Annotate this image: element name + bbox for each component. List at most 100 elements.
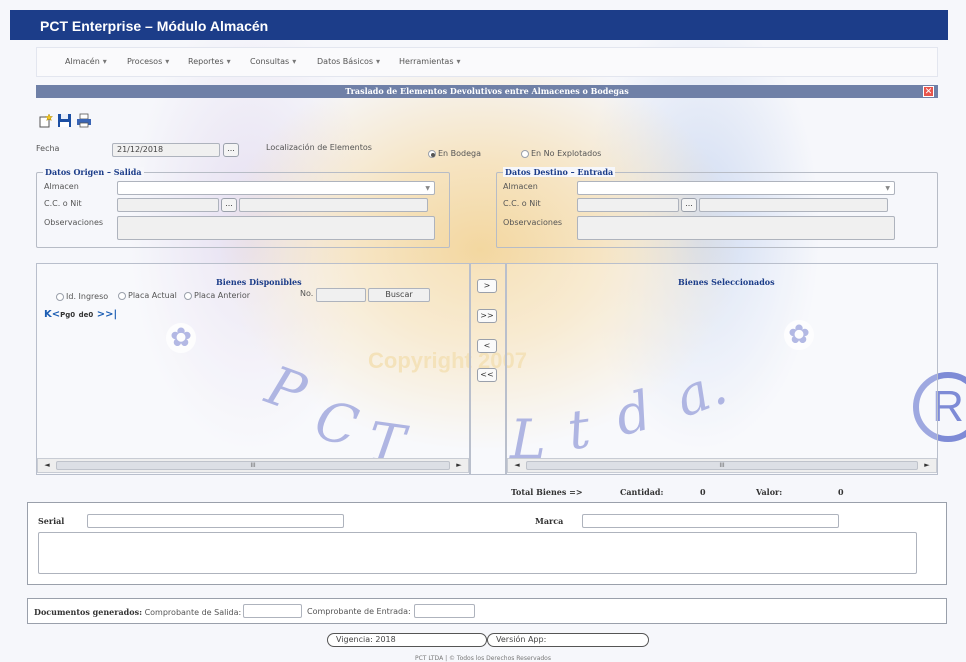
total-bienes-label: Total Bienes => — [511, 487, 583, 497]
pager-de: de — [78, 311, 89, 319]
version-badge: Versión App: — [487, 633, 649, 647]
origen-almacen-label: Almacen — [44, 182, 79, 191]
menu-almacen[interactable]: Almacén ▾ — [65, 57, 107, 66]
caret-down-icon: ▾ — [456, 57, 461, 66]
origen-ccnit-label: C.C. o Nit — [44, 199, 82, 208]
bienes-seleccionados-title: Bienes Seleccionados — [678, 277, 775, 287]
cantidad-label: Cantidad: — [620, 487, 664, 497]
main-menu: Almacén ▾ Procesos ▾ Reportes ▾ Consultas ▾ … — [36, 47, 938, 77]
valor-value: 0 — [838, 487, 844, 497]
move-all-right-button[interactable]: >> — [477, 309, 497, 323]
fecha-label: Fecha — [36, 144, 60, 153]
radio-unselected-icon — [56, 292, 64, 301]
chevron-down-icon: ▼ — [425, 185, 430, 192]
move-one-right-button[interactable]: > — [477, 279, 497, 293]
prev-page-icon[interactable]: < — [52, 309, 60, 320]
destino-ccnit-lookup-button[interactable]: ... — [681, 198, 697, 212]
valor-label: Valor: — [756, 487, 783, 497]
move-one-left-button[interactable]: < — [477, 339, 497, 353]
datos-origen-legend: Datos Origen – Salida — [43, 167, 144, 177]
radio-placa-anterior[interactable]: Placa Anterior — [184, 291, 250, 300]
vigencia-badge: Vigencia: 2018 — [327, 633, 487, 647]
detalle-textarea[interactable] — [38, 532, 917, 574]
scroll-right-icon[interactable]: ► — [452, 459, 466, 472]
pager-page: 0 — [70, 311, 76, 319]
chevron-down-icon: ▼ — [885, 185, 890, 192]
disponibles-horizontal-scrollbar[interactable]: ◄ III ► — [37, 458, 469, 473]
destino-ccnit-label: C.C. o Nit — [503, 199, 541, 208]
pager-total: 0 — [88, 311, 94, 319]
caret-down-icon: ▾ — [292, 57, 297, 66]
numero-search-field[interactable] — [316, 288, 366, 302]
first-page-icon[interactable]: K — [44, 309, 52, 320]
app-header: PCT Enterprise – Módulo Almacén — [10, 10, 948, 40]
cantidad-value: 0 — [700, 487, 706, 497]
documentos-label: Documentos generados: — [34, 607, 143, 617]
caret-down-icon: ▾ — [165, 57, 170, 66]
localizacion-label: Localización de Elementos — [266, 143, 372, 152]
pager: K<Pg0 de0 >>| — [44, 309, 117, 320]
buscar-button[interactable]: Buscar — [368, 288, 430, 302]
fecha-field[interactable]: 21/12/2018 — [112, 143, 220, 157]
bienes-disponibles-title: Bienes Disponibles — [216, 277, 302, 287]
comprobante-salida-field[interactable] — [243, 604, 302, 618]
comprobante-entrada-label: Comprobante de Entrada: — [307, 607, 411, 616]
serial-label: Serial — [38, 516, 65, 526]
radio-en-bodega[interactable]: En Bodega — [428, 149, 481, 158]
scroll-left-icon[interactable]: ◄ — [40, 459, 54, 472]
radio-selected-icon — [428, 149, 436, 158]
menu-consultas[interactable]: Consultas ▾ — [250, 57, 296, 66]
menu-procesos[interactable]: Procesos ▾ — [127, 57, 169, 66]
fecha-picker-button[interactable]: ... — [223, 143, 239, 157]
new-document-icon[interactable] — [38, 113, 54, 128]
numero-label: No. — [300, 289, 314, 298]
scroll-right-icon[interactable]: ► — [920, 459, 934, 472]
radio-id-ingreso[interactable]: Id. Ingreso — [56, 292, 108, 301]
radio-unselected-icon — [118, 291, 126, 300]
radio-placa-actual[interactable]: Placa Actual — [118, 291, 177, 300]
serial-field[interactable] — [87, 514, 344, 528]
scrollbar-thumb[interactable]: III — [526, 461, 918, 470]
radio-unselected-icon — [184, 291, 192, 300]
marca-field[interactable] — [582, 514, 839, 528]
module-title-bar: Traslado de Elementos Devolutivos entre … — [36, 85, 938, 98]
menu-herramientas[interactable]: Herramientas ▾ — [399, 57, 461, 66]
module-title: Traslado de Elementos Devolutivos entre … — [345, 86, 629, 96]
origen-ccnit-field[interactable] — [117, 198, 219, 212]
close-button[interactable]: ✕ — [923, 86, 934, 97]
destino-observaciones-label: Observaciones — [503, 218, 563, 227]
documentos-row: Documentos generados: Comprobante de Sal… — [34, 607, 241, 617]
destino-ccnit-field[interactable] — [577, 198, 679, 212]
print-icon[interactable] — [76, 113, 91, 128]
origen-nombre-field[interactable] — [239, 198, 428, 212]
origen-observaciones-textarea[interactable] — [117, 216, 435, 240]
menu-reportes[interactable]: Reportes ▾ — [188, 57, 231, 66]
menu-datos-basicos[interactable]: Datos Básicos ▾ — [317, 57, 380, 66]
origen-ccnit-lookup-button[interactable]: ... — [221, 198, 237, 212]
move-all-left-button[interactable]: << — [477, 368, 497, 382]
datos-destino-legend: Datos Destino – Entrada — [503, 167, 616, 177]
next-page-icon[interactable]: > — [97, 309, 105, 320]
scroll-left-icon[interactable]: ◄ — [510, 459, 524, 472]
destino-almacen-label: Almacen — [503, 182, 538, 191]
origen-almacen-select[interactable]: ▼ — [117, 181, 435, 195]
last-page-icon[interactable]: >| — [105, 309, 117, 320]
radio-en-no-explotados[interactable]: En No Explotados — [521, 149, 601, 158]
radio-unselected-icon — [521, 149, 529, 158]
comprobante-salida-label: Comprobante de Salida: — [144, 608, 242, 617]
destino-nombre-field[interactable] — [699, 198, 888, 212]
seleccionados-horizontal-scrollbar[interactable]: ◄ III ► — [507, 458, 937, 473]
marca-label: Marca — [535, 516, 564, 526]
bienes-seleccionados-panel — [506, 263, 938, 475]
save-icon[interactable] — [57, 113, 72, 128]
caret-down-icon: ▾ — [376, 57, 381, 66]
scrollbar-thumb[interactable]: III — [56, 461, 450, 470]
pager-pg-label: Pg — [60, 311, 71, 319]
caret-down-icon: ▾ — [226, 57, 231, 66]
destino-observaciones-textarea[interactable] — [577, 216, 895, 240]
destino-almacen-select[interactable]: ▼ — [577, 181, 895, 195]
app-title: PCT Enterprise – Módulo Almacén — [40, 18, 269, 34]
comprobante-entrada-field[interactable] — [414, 604, 475, 618]
origen-observaciones-label: Observaciones — [44, 218, 104, 227]
caret-down-icon: ▾ — [102, 57, 107, 66]
